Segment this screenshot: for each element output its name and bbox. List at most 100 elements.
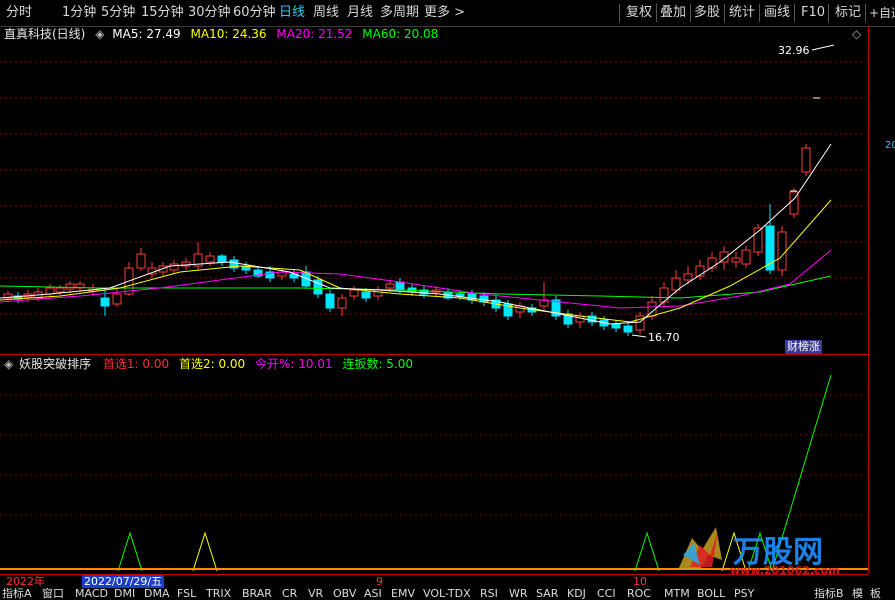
toolbar-divider [724, 4, 725, 22]
moving-averages [0, 143, 832, 325]
candle-down [361, 291, 371, 299]
period-tab-5min[interactable]: 5分钟 [101, 4, 135, 22]
toolbar-divider [656, 4, 657, 22]
tab-emv[interactable]: EMV [391, 588, 415, 600]
candle-up [349, 289, 359, 297]
candle-up [801, 147, 811, 173]
tab-asi[interactable]: ASI [364, 588, 382, 600]
right-scale-strip [868, 26, 895, 574]
tab-sar[interactable]: SAR [536, 588, 558, 600]
tab-trix[interactable]: TRIX [206, 588, 231, 600]
candle-up [373, 289, 383, 297]
candle-up [205, 255, 215, 263]
tab-vr[interactable]: VR [308, 588, 323, 600]
toolbar-divider [619, 4, 620, 22]
tab-brar[interactable]: BRAR [242, 588, 272, 600]
toolbar-divider [690, 4, 691, 22]
tab-kdj[interactable]: KDJ [567, 588, 586, 600]
f10-button[interactable]: F10 [801, 4, 825, 22]
indicator-chart[interactable]: 万股网 www.201062.com [0, 355, 868, 574]
candle-up [777, 231, 787, 271]
tab-vol-tdx[interactable]: VOL-TDX [423, 588, 471, 600]
tab-board[interactable]: 板 [870, 588, 881, 600]
ma10-line [0, 199, 832, 323]
tab-template[interactable]: 模 [852, 588, 863, 600]
month-9-label: 9 [376, 575, 383, 588]
year-label: 2022年 [6, 575, 45, 588]
month-10-label: 10 [633, 575, 647, 588]
period-tab-monthly[interactable]: 月线 [347, 4, 373, 22]
tab-roc[interactable]: ROC [627, 588, 651, 600]
tab-dmi[interactable]: DMI [114, 588, 135, 600]
tab-macd[interactable]: MACD [75, 588, 108, 600]
toolbar-divider [759, 4, 760, 22]
period-tab-15min[interactable]: 15分钟 [141, 4, 184, 22]
period-tab-multi[interactable]: 多周期 [380, 4, 419, 22]
candle-up [659, 287, 669, 303]
candle-up [707, 257, 717, 269]
low-pointer-line [631, 334, 647, 338]
toolbar-divider [828, 4, 829, 22]
candle-up [45, 287, 55, 295]
indicator-grid [0, 394, 868, 516]
price-chart[interactable]: 32.96 16.70 [0, 26, 868, 354]
candle-up [741, 249, 751, 265]
candle-down [623, 325, 633, 333]
candle-down [100, 297, 110, 307]
overlay-button[interactable]: 叠加 [660, 4, 686, 22]
candle-up [169, 263, 179, 271]
candle-down [217, 255, 227, 263]
candle-down [455, 293, 465, 297]
cursor-date-label: 2022/07/29/五 [82, 575, 165, 588]
period-tab-weekly[interactable]: 周线 [313, 4, 339, 22]
signal-peak [634, 531, 660, 572]
tab-dma[interactable]: DMA [144, 588, 170, 600]
multi-stock-button[interactable]: 多股 [694, 4, 720, 22]
candle-up [731, 257, 741, 263]
candle-down [325, 293, 335, 309]
ma5-line [0, 143, 832, 325]
candle-up [683, 273, 693, 281]
period-tab-fenshi[interactable]: 分时 [6, 4, 32, 22]
candle-down [395, 281, 405, 291]
period-toolbar: 分时 1分钟 5分钟 15分钟 30分钟 60分钟 日线 周线 月线 多周期 更… [0, 0, 895, 27]
candle-down [611, 323, 621, 329]
low-price-marker: 16.70 [648, 331, 680, 344]
indicator-tabs: 指标A 窗口 MACD DMI DMA FSL TRIX BRAR CR VR … [0, 588, 895, 600]
tab-psy[interactable]: PSY [734, 588, 754, 600]
tab-obv[interactable]: OBV [333, 588, 356, 600]
high-pointer-line [811, 44, 835, 51]
toolbar-divider [865, 4, 866, 22]
candle-up [671, 277, 681, 291]
watermark-url: www.201062.com [730, 564, 840, 574]
tab-mtm[interactable]: MTM [664, 588, 690, 600]
period-tab-60min[interactable]: 60分钟 [233, 4, 276, 22]
candle-up [337, 297, 347, 309]
period-tab-daily[interactable]: 日线 [279, 4, 305, 22]
stats-button[interactable]: 统计 [729, 4, 755, 22]
mark-button[interactable]: 标记 [835, 4, 861, 22]
board-badge[interactable]: 财榜涨 [785, 340, 822, 354]
signal-peak [192, 531, 218, 572]
add-watchlist-button[interactable]: +自选 [869, 4, 895, 22]
candle-up [55, 287, 65, 293]
fuquan-button[interactable]: 复权 [626, 4, 652, 22]
draw-line-button[interactable]: 画线 [764, 4, 790, 22]
tab-indicator-b[interactable]: 指标B [814, 588, 844, 600]
tab-window[interactable]: 窗口 [42, 588, 64, 600]
period-tab-30min[interactable]: 30分钟 [188, 4, 231, 22]
tab-boll[interactable]: BOLL [697, 588, 725, 600]
high-price-marker: 32.96 [778, 44, 810, 57]
tab-indicator-a[interactable]: 指标A [2, 588, 32, 600]
period-tab-1min[interactable]: 1分钟 [62, 4, 96, 22]
candlesticks [3, 144, 811, 336]
tab-cr[interactable]: CR [282, 588, 297, 600]
date-axis: 2022年 2022/07/29/五 9 10 [0, 574, 868, 589]
candle-up [385, 283, 395, 289]
candle-up [112, 293, 122, 305]
tab-cci[interactable]: CCI [597, 588, 616, 600]
tab-wr[interactable]: WR [509, 588, 528, 600]
period-tab-more[interactable]: 更多 > [424, 4, 465, 22]
tab-fsl[interactable]: FSL [177, 588, 196, 600]
tab-rsi[interactable]: RSI [480, 588, 498, 600]
